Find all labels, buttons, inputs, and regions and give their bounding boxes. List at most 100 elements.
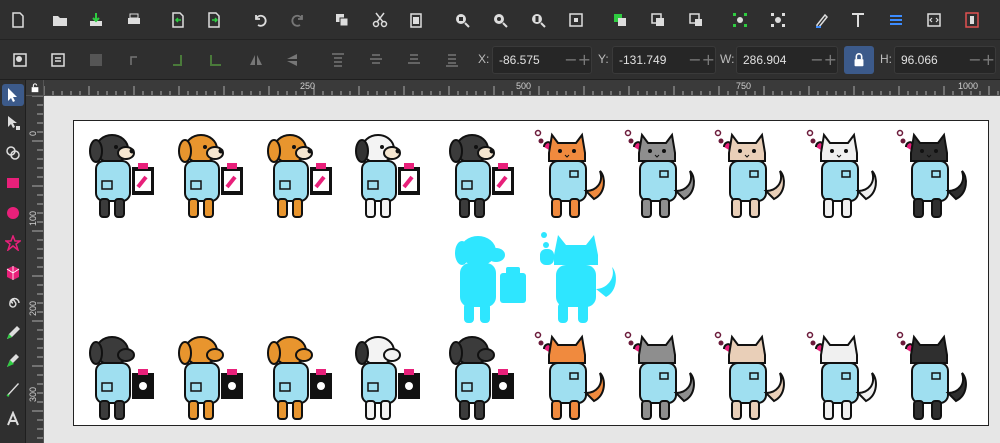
dog-scientist-front-1[interactable]	[80, 127, 160, 222]
x-field[interactable]: − +	[492, 46, 592, 74]
rectangle-tool-icon[interactable]	[2, 172, 24, 194]
y-label: Y:	[598, 52, 609, 66]
w-input[interactable]	[737, 53, 811, 67]
flip-horizontal-icon[interactable]	[244, 48, 268, 72]
cut-icon[interactable]	[368, 8, 392, 32]
ruler-label-300: 300	[28, 386, 38, 402]
command-bar	[0, 0, 1000, 40]
x-input[interactable]	[493, 53, 565, 67]
cat-scientist-back-3[interactable]	[710, 329, 790, 424]
zoom-page-icon[interactable]	[526, 8, 550, 32]
raise-icon[interactable]	[364, 48, 388, 72]
w-decrement[interactable]: −	[810, 46, 823, 74]
dog-scientist-back-1[interactable]	[80, 329, 160, 424]
ellipse-tool-icon[interactable]	[2, 202, 24, 224]
open-icon[interactable]	[48, 8, 72, 32]
import-icon[interactable]	[166, 8, 190, 32]
dog-scientist-back-3[interactable]	[258, 329, 338, 424]
w-field[interactable]: − +	[736, 46, 838, 74]
xml-editor-icon[interactable]	[922, 8, 946, 32]
duplicate-icon[interactable]	[608, 8, 632, 32]
lock-icon	[854, 53, 864, 67]
copy-icon[interactable]	[330, 8, 354, 32]
h-increment[interactable]: +	[982, 46, 995, 74]
h-field[interactable]: − +	[894, 46, 996, 74]
h-input[interactable]	[895, 53, 969, 67]
dog-scientist-back-5[interactable]	[440, 329, 520, 424]
export-icon[interactable]	[202, 8, 226, 32]
rotate-90-icon[interactable]	[204, 48, 228, 72]
pencil-tool-icon[interactable]	[2, 322, 24, 344]
calligraphy-tool-icon[interactable]	[2, 378, 24, 400]
drawing-canvas[interactable]	[44, 96, 1000, 443]
lock-ratio-button[interactable]	[844, 46, 874, 74]
document-properties-icon[interactable]	[960, 8, 984, 32]
dog-scientist-front-4[interactable]	[346, 127, 426, 222]
3d-box-tool-icon[interactable]	[2, 262, 24, 284]
undo-icon[interactable]	[248, 8, 272, 32]
clone-icon[interactable]	[646, 8, 670, 32]
cat-scientist-front-3[interactable]	[710, 127, 790, 222]
layers-icon[interactable]	[884, 8, 908, 32]
ruler-label-750: 750	[736, 81, 752, 91]
cat-scientist-back-1[interactable]	[530, 329, 610, 424]
x-decrement[interactable]: −	[564, 46, 577, 74]
raise-to-top-icon[interactable]	[326, 48, 350, 72]
unlink-clone-icon[interactable]	[684, 8, 708, 32]
dog-scientist-front-3[interactable]	[258, 127, 338, 222]
y-increment[interactable]: +	[702, 46, 715, 74]
flip-vertical-icon[interactable]	[280, 48, 304, 72]
rotate-ccw-icon[interactable]	[124, 48, 148, 72]
document-page[interactable]	[73, 120, 989, 426]
cat-scientist-front-5[interactable]	[892, 127, 972, 222]
cat-scientist-back-5[interactable]	[892, 329, 972, 424]
w-increment[interactable]: +	[824, 46, 837, 74]
redo-icon[interactable]	[286, 8, 310, 32]
dog-scientist-back-2[interactable]	[169, 329, 249, 424]
zoom-drawing-icon[interactable]	[488, 8, 512, 32]
zoom-selection-icon[interactable]	[450, 8, 474, 32]
rotate-cw-icon[interactable]	[166, 48, 190, 72]
fill-stroke-icon[interactable]	[810, 8, 834, 32]
tweak-tool-icon[interactable]	[2, 142, 24, 164]
text-tool-icon[interactable]	[2, 408, 24, 430]
select-all-layers-icon[interactable]	[46, 48, 70, 72]
zoom-fit-icon[interactable]	[564, 8, 588, 32]
group-icon[interactable]	[728, 8, 752, 32]
x-increment[interactable]: +	[578, 46, 591, 74]
dog-scientist-front-2[interactable]	[169, 127, 249, 222]
horizontal-ruler[interactable]: 250 500 750 1000	[44, 80, 1000, 96]
text-icon[interactable]	[846, 8, 870, 32]
selector-tool-icon[interactable]	[2, 84, 24, 106]
cat-scientist-front-2[interactable]	[620, 127, 700, 222]
spiral-tool-icon[interactable]	[2, 292, 24, 314]
new-document-icon[interactable]	[6, 8, 30, 32]
h-label: H:	[880, 52, 892, 66]
paste-icon[interactable]	[404, 8, 428, 32]
star-tool-icon[interactable]	[2, 232, 24, 254]
pen-tool-icon[interactable]	[2, 350, 24, 372]
deselect-icon[interactable]	[84, 48, 108, 72]
node-tool-icon[interactable]	[2, 112, 24, 134]
y-input[interactable]	[613, 53, 689, 67]
lower-icon[interactable]	[402, 48, 426, 72]
y-decrement[interactable]: −	[688, 46, 701, 74]
cat-scientist-front-4[interactable]	[802, 127, 882, 222]
save-icon[interactable]	[84, 8, 108, 32]
cat-scientist-back-2[interactable]	[620, 329, 700, 424]
select-all-icon[interactable]	[8, 48, 32, 72]
vertical-ruler[interactable]: 0 100 200 300	[26, 96, 44, 443]
print-icon[interactable]	[122, 8, 146, 32]
h-decrement[interactable]: −	[968, 46, 981, 74]
lock-guides-icon[interactable]	[30, 82, 40, 93]
y-field[interactable]: − +	[612, 46, 716, 74]
lower-to-bottom-icon[interactable]	[440, 48, 464, 72]
ungroup-icon[interactable]	[766, 8, 790, 32]
cat-scientist-front-1[interactable]	[530, 127, 610, 222]
cat-silhouette[interactable]	[534, 229, 624, 327]
dog-scientist-back-4[interactable]	[346, 329, 426, 424]
toolbox	[0, 80, 26, 443]
cat-scientist-back-4[interactable]	[802, 329, 882, 424]
dog-scientist-front-5[interactable]	[440, 127, 520, 222]
dog-silhouette[interactable]	[444, 231, 534, 326]
